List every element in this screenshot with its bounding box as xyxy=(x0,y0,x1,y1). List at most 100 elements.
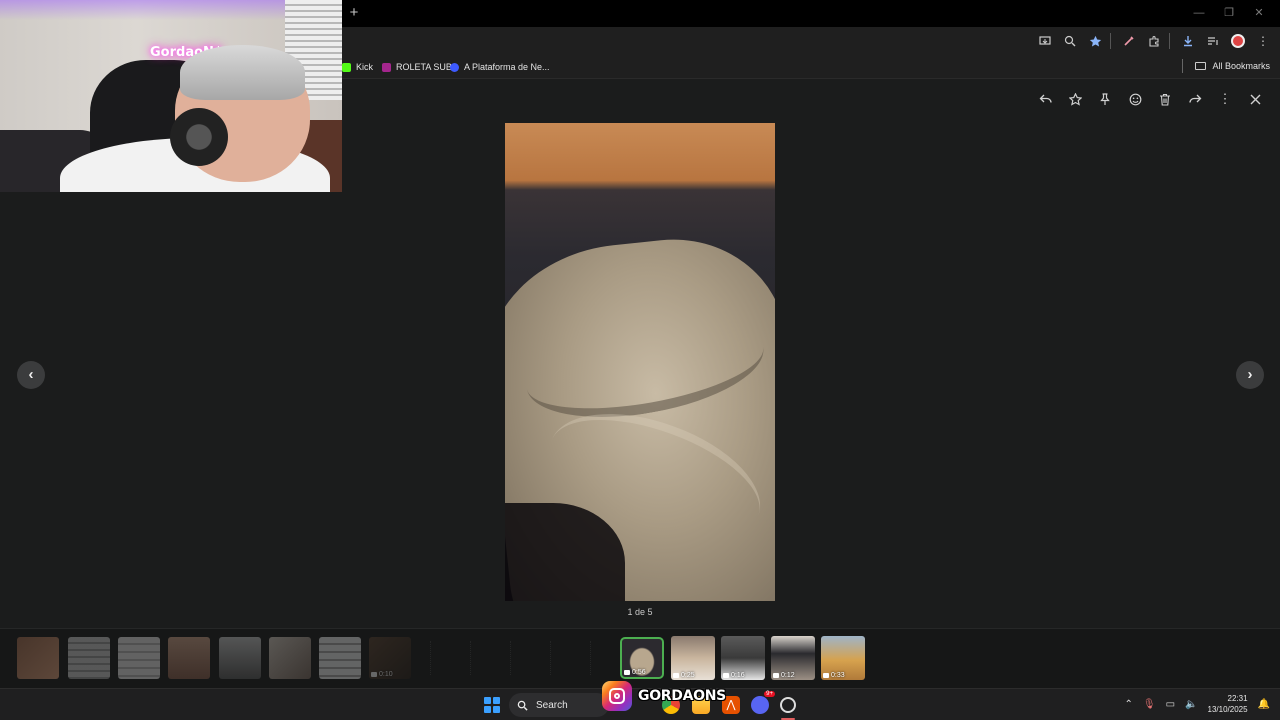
screen: + — ❐ ✕ ⋮ Kick ROLETA SUB A Plataforma d… xyxy=(0,0,1280,720)
duration-label: 0:10 xyxy=(379,671,393,678)
new-tab-button[interactable]: + xyxy=(346,4,362,22)
search-label: Search xyxy=(536,699,568,711)
thumbnail-old[interactable] xyxy=(118,637,160,679)
emoji-icon[interactable] xyxy=(1120,88,1150,110)
thumbnail-placeholder xyxy=(550,641,570,675)
chevron-left-icon: ‹ xyxy=(28,366,34,383)
media-control-icon[interactable] xyxy=(1202,31,1224,51)
star-icon[interactable] xyxy=(1060,88,1090,110)
roleta-favicon xyxy=(382,62,391,72)
profile-avatar[interactable] xyxy=(1227,31,1249,51)
thumbnail-duration: 0:10 xyxy=(371,671,393,678)
thumbnail-item[interactable]: 0:25 xyxy=(671,636,715,680)
all-bookmarks[interactable]: All Bookmarks xyxy=(1182,59,1270,73)
thumbnail-placeholder xyxy=(510,641,530,675)
thumbnail-duration: 0:25 xyxy=(673,672,695,679)
video-icon xyxy=(371,672,377,677)
media-preview-image xyxy=(505,123,775,601)
previous-media-button[interactable]: ‹ xyxy=(17,361,45,389)
webcam-person-hair xyxy=(180,45,305,100)
obs-icon[interactable] xyxy=(780,697,796,713)
close-window-button[interactable]: ✕ xyxy=(1244,2,1274,24)
microphone-icon[interactable]: 🎙 xyxy=(1143,699,1156,710)
duration-label: 0:16 xyxy=(731,672,745,679)
bookmark-roleta-sub[interactable]: ROLETA SUB xyxy=(382,59,452,75)
video-icon xyxy=(823,673,829,678)
more-icon[interactable]: ⋮ xyxy=(1210,88,1240,110)
network-icon[interactable]: ▭ xyxy=(1166,699,1175,710)
pin-icon[interactable] xyxy=(1090,88,1120,110)
bookmark-plataforma[interactable]: A Plataforma de Ne... xyxy=(450,59,550,75)
maximize-button[interactable]: ❐ xyxy=(1214,2,1244,24)
duration-label: 0:25 xyxy=(681,672,695,679)
trash-icon[interactable] xyxy=(1150,88,1180,110)
search-icon xyxy=(517,700,528,711)
instagram-overlay: GORDAONS xyxy=(602,681,726,711)
clock-time: 22:31 xyxy=(1227,694,1248,703)
thumbnail-duration: 0:16 xyxy=(723,672,745,679)
chevron-up-icon[interactable]: ⌃ xyxy=(1125,699,1133,710)
bookmark-label: ROLETA SUB xyxy=(396,62,452,72)
thumbnail-old[interactable] xyxy=(269,637,311,679)
video-icon xyxy=(673,673,679,678)
thumbnail-item[interactable]: 0:12 xyxy=(771,636,815,680)
clock[interactable]: 22:31 13/10/2025 xyxy=(1208,693,1248,715)
instagram-handle: GORDAONS xyxy=(638,688,726,704)
thumbnail-old[interactable] xyxy=(319,637,361,679)
video-icon xyxy=(723,673,729,678)
extensions-icon[interactable] xyxy=(1143,31,1165,51)
thumbnail-strip: 0:10 0:56 0:25 0:16 0:12 0:33 xyxy=(0,628,1280,688)
minimize-button[interactable]: — xyxy=(1184,2,1214,24)
forward-icon[interactable] xyxy=(1180,88,1210,110)
ai-extension-icon[interactable] xyxy=(1118,31,1140,51)
volume-icon[interactable]: 🔈 xyxy=(1185,699,1197,710)
webcam-overlay: GordaoN$ xyxy=(0,0,342,192)
system-tray: ⌃ 🎙 ▭ 🔈 22:31 13/10/2025 🔔 xyxy=(1125,693,1271,715)
duration-label: 0:12 xyxy=(781,672,795,679)
all-bookmarks-label: All Bookmarks xyxy=(1212,61,1270,71)
thumbnail-duration: 0:56 xyxy=(624,669,646,676)
zoom-icon[interactable] xyxy=(1059,31,1081,51)
bookmark-kick[interactable]: Kick xyxy=(342,59,373,75)
folder-icon xyxy=(1195,62,1207,70)
toolbar-divider-2 xyxy=(1169,33,1170,49)
discord-badge: 9+ xyxy=(764,691,775,697)
browser-menu-icon[interactable]: ⋮ xyxy=(1252,31,1274,51)
thumbnail-old[interactable]: 0:10 xyxy=(369,637,411,679)
video-icon xyxy=(773,673,779,678)
thumbnail-current[interactable]: 0:56 xyxy=(620,637,664,679)
notification-bell-icon[interactable]: 🔔 xyxy=(1258,699,1270,710)
viewer-actions: ⋮ xyxy=(1030,88,1270,110)
thumbnail-old[interactable] xyxy=(219,637,261,679)
next-media-button[interactable]: › xyxy=(1236,361,1264,389)
kick-favicon xyxy=(342,62,351,72)
plataforma-favicon xyxy=(450,62,459,72)
thumbnail-old[interactable] xyxy=(168,637,210,679)
toolbar-icons: ⋮ xyxy=(1031,31,1274,51)
windows-start-icon[interactable] xyxy=(484,697,500,713)
thumbnail-item[interactable]: 0:16 xyxy=(721,636,765,680)
duration-label: 0:56 xyxy=(632,669,646,676)
thumbnail-old[interactable] xyxy=(17,637,59,679)
video-icon xyxy=(624,670,630,675)
chevron-right-icon: › xyxy=(1247,366,1253,383)
close-icon[interactable] xyxy=(1240,88,1270,110)
reply-icon[interactable] xyxy=(1030,88,1060,110)
thumbnail-old[interactable] xyxy=(68,637,110,679)
clock-date: 13/10/2025 xyxy=(1207,705,1248,714)
media-counter: 1 de 5 xyxy=(627,607,653,617)
taskbar-search[interactable]: Search xyxy=(509,693,609,717)
bookmark-label: A Plataforma de Ne... xyxy=(464,62,550,72)
bookmark-label: Kick xyxy=(356,62,374,72)
install-app-icon[interactable] xyxy=(1034,31,1056,51)
toolbar-divider xyxy=(1110,33,1111,49)
bookmarks-divider xyxy=(1182,59,1184,73)
bookmark-star-icon[interactable] xyxy=(1084,31,1106,51)
thumbnail-duration: 0:33 xyxy=(823,672,845,679)
downloads-icon[interactable] xyxy=(1177,31,1199,51)
duration-label: 0:33 xyxy=(831,672,845,679)
thumbnail-placeholder xyxy=(430,641,450,675)
thumbnail-item[interactable]: 0:33 xyxy=(821,636,865,680)
thumbnail-duration: 0:12 xyxy=(773,672,795,679)
discord-icon[interactable]: 9+ xyxy=(751,691,775,714)
